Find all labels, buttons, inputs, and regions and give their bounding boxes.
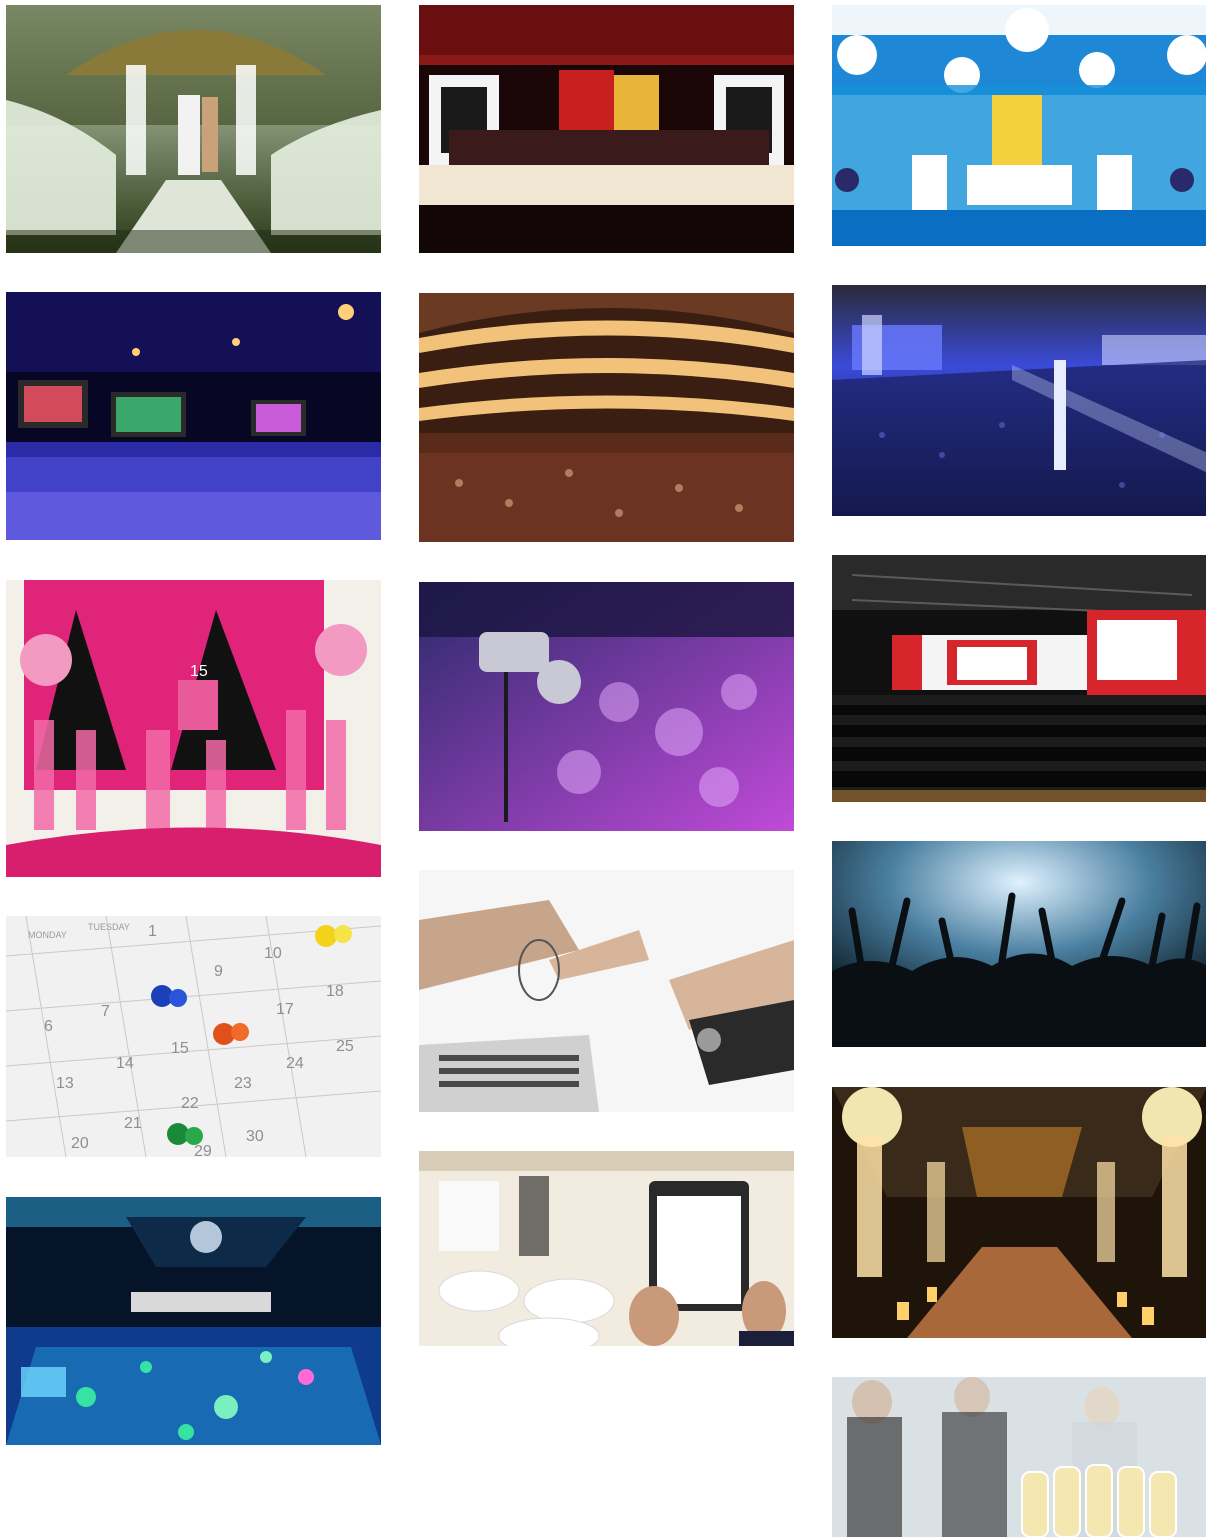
champagne-reception-photo [832, 1377, 1206, 1537]
calendar-date: 23 [234, 1075, 252, 1092]
calendar-date: 17 [276, 1001, 294, 1018]
cake-number-text: 15 [190, 663, 208, 680]
opera-house-photo [419, 293, 794, 542]
wedding-tent-aisle-photo [832, 1087, 1206, 1338]
calendar-date: 29 [194, 1143, 212, 1157]
tile-purple-lit-hall[interactable] [6, 292, 381, 540]
calendar-date: 10 [264, 945, 282, 962]
calendar-date: 25 [336, 1038, 354, 1055]
festival-night-crowd-photo [832, 285, 1206, 516]
calendar-date: 22 [181, 1095, 199, 1112]
tile-concert-crowd-camera[interactable] [419, 582, 794, 831]
tile-fifteen-party[interactable]: 15 [6, 580, 381, 877]
tile-conference-hall[interactable] [832, 555, 1206, 802]
calendar-date: 1 [148, 923, 157, 940]
calendar-date: 15 [171, 1040, 189, 1057]
event-planner-clipboard-photo [419, 1151, 794, 1346]
calendar-date: 20 [71, 1135, 89, 1152]
fifteen-party-photo: 15 [6, 580, 381, 877]
calendar-pins-photo: MONDAY TUESDAY 1 6 7 9 10 13 14 15 17 18… [6, 916, 381, 1157]
garden-wedding-photo [6, 5, 381, 253]
calendar-date: 30 [246, 1128, 264, 1145]
calendar-date: 14 [116, 1055, 134, 1072]
business-meeting-photo [419, 870, 794, 1112]
concert-crowd-camera-photo [419, 582, 794, 831]
tile-calendar-pins[interactable]: MONDAY TUESDAY 1 6 7 9 10 13 14 15 17 18… [6, 916, 381, 1157]
calendar-weekday-2: TUESDAY [88, 922, 130, 932]
theater-stage-photo [419, 5, 794, 253]
calendar-date: 13 [56, 1075, 74, 1092]
calendar-date: 21 [124, 1115, 142, 1132]
calendar-date: 7 [101, 1003, 110, 1020]
purple-lit-hall-photo [6, 292, 381, 540]
disco-dance-floor-photo [6, 1197, 381, 1445]
tile-event-planner-clipboard[interactable] [419, 1151, 794, 1346]
calendar-date: 18 [326, 983, 344, 1000]
concert-hands-photo [832, 841, 1206, 1047]
tile-kids-party-decoration[interactable] [832, 5, 1206, 246]
tile-disco-dance-floor[interactable] [6, 1197, 381, 1445]
tile-business-meeting[interactable] [419, 870, 794, 1112]
calendar-date: 24 [286, 1055, 304, 1072]
tile-wedding-tent-aisle[interactable] [832, 1087, 1206, 1338]
tile-concert-hands[interactable] [832, 841, 1206, 1047]
calendar-date: 6 [44, 1018, 53, 1035]
tile-champagne-reception[interactable] [832, 1377, 1206, 1537]
conference-hall-photo [832, 555, 1206, 802]
tile-theater-stage[interactable] [419, 5, 794, 253]
tile-garden-wedding[interactable] [6, 5, 381, 253]
calendar-date: 9 [214, 963, 223, 980]
calendar-weekday-1: MONDAY [28, 930, 67, 940]
event-photo-gallery: 15 MONDAY TUESDAY 1 6 7 9 10 13 14 15 17… [0, 0, 1206, 1537]
kids-party-decoration-photo [832, 5, 1206, 246]
tile-festival-night-crowd[interactable] [832, 285, 1206, 516]
tile-opera-house[interactable] [419, 293, 794, 542]
